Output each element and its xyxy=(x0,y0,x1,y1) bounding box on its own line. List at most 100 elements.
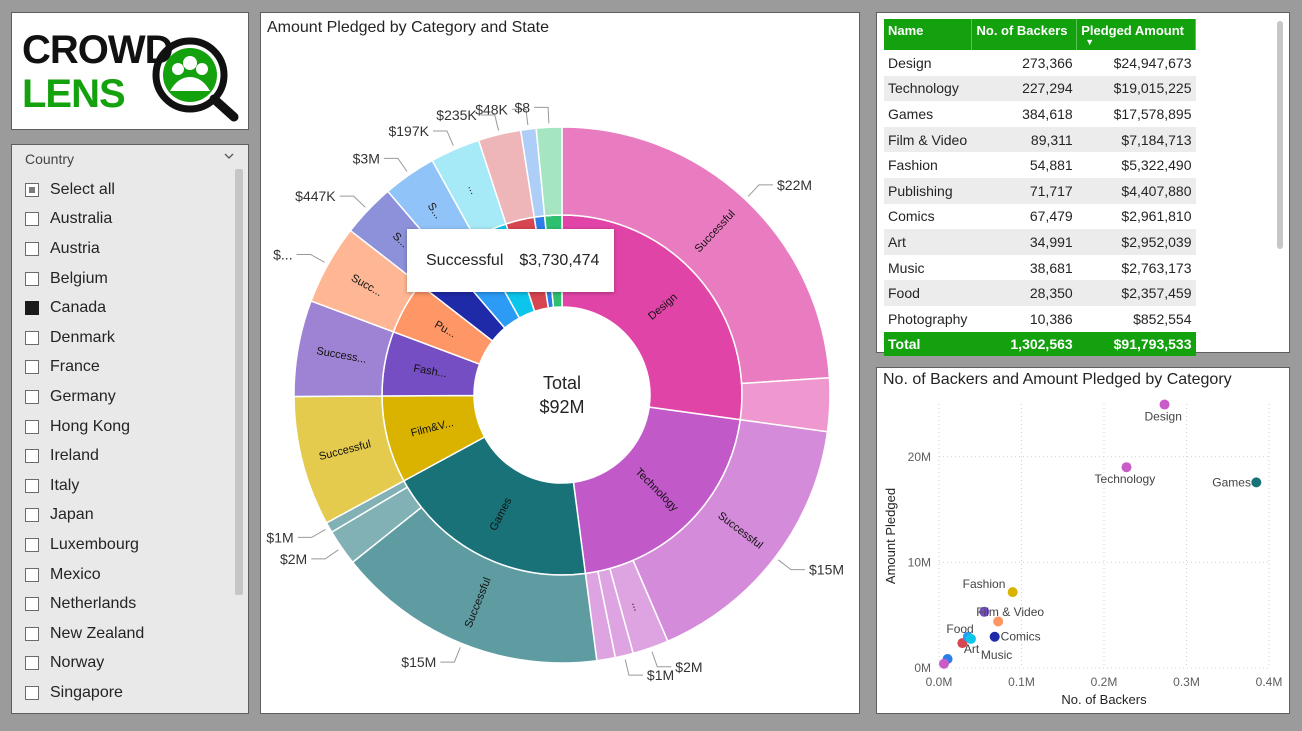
checkbox[interactable] xyxy=(25,301,39,316)
slicer-item[interactable]: Select all xyxy=(25,175,235,205)
cell-backers: 38,681 xyxy=(1029,259,1073,276)
cell-pledged: $2,357,459 xyxy=(1076,280,1196,306)
slicer-item[interactable]: New Zealand xyxy=(25,619,235,649)
table-row[interactable]: Design 273,366 $24,947,673 xyxy=(884,50,1196,76)
leader-line xyxy=(432,130,454,146)
checkbox[interactable] xyxy=(25,389,39,404)
table-row[interactable]: Games 384,618 $17,578,895 xyxy=(884,101,1196,127)
slicer-item-label: Luxembourg xyxy=(50,535,139,553)
slicer-item[interactable]: Australia xyxy=(25,205,235,235)
scatter-point[interactable] xyxy=(938,658,949,669)
slicer-item[interactable]: Denmark xyxy=(25,323,235,353)
leader-line xyxy=(383,157,408,172)
leader-line xyxy=(534,106,550,124)
slicer-item-label: France xyxy=(50,358,100,376)
checkbox[interactable] xyxy=(25,656,39,671)
slicer-scrollbar[interactable] xyxy=(235,169,243,595)
table-row[interactable]: Music 38,681 $2,763,173 xyxy=(884,255,1196,281)
scatter-point[interactable] xyxy=(993,616,1004,627)
slicer-item[interactable]: Netherlands xyxy=(25,589,235,619)
checkbox[interactable] xyxy=(25,685,39,700)
value-label: $447K xyxy=(295,188,336,204)
checkbox[interactable] xyxy=(25,182,39,197)
checkbox[interactable] xyxy=(25,330,39,345)
checkbox[interactable] xyxy=(25,478,39,493)
checkbox[interactable] xyxy=(25,508,39,523)
table-row[interactable]: Film & Video 89,311 $7,184,713 xyxy=(884,126,1196,153)
cell-name: Comics xyxy=(888,208,935,225)
cell-name: Games xyxy=(888,105,934,122)
checkbox[interactable] xyxy=(25,212,39,227)
slicer-item[interactable]: Norway xyxy=(25,649,235,679)
table-row[interactable]: Fashion 54,881 $5,322,490 xyxy=(884,152,1196,178)
table-row[interactable]: Food 28,350 $2,357,459 xyxy=(884,280,1196,306)
table-row[interactable]: Publishing 71,717 $4,407,880 xyxy=(884,177,1196,204)
checkbox[interactable] xyxy=(25,626,39,641)
x-tick-label: 0.0M xyxy=(926,675,953,689)
scatter-chart[interactable]: 0.0M 0.1M 0.2M 0.3M 0.4M0M10M20MNo. of Backe… xyxy=(877,368,1289,713)
leader-line xyxy=(777,559,806,571)
slicer-item-label: New Zealand xyxy=(50,624,145,642)
slicer-item-label: Italy xyxy=(50,476,80,494)
country-slicer: Country Select all Australia Austria Belgiu… xyxy=(11,144,249,714)
scatter-point[interactable] xyxy=(965,633,976,644)
slicer-item[interactable]: Austria xyxy=(25,234,235,264)
checkbox[interactable] xyxy=(25,449,39,464)
checkbox[interactable] xyxy=(25,271,39,286)
center-hole xyxy=(474,307,650,483)
scatter-point[interactable] xyxy=(1159,399,1170,410)
value-label: $8 xyxy=(515,99,531,115)
checkbox[interactable] xyxy=(25,419,39,434)
magnifier-people-icon xyxy=(152,37,239,122)
leader-line xyxy=(311,549,339,560)
slicer-item[interactable]: France xyxy=(25,353,235,383)
checkbox[interactable] xyxy=(25,241,39,256)
slicer-item[interactable]: Mexico xyxy=(25,560,235,590)
cell-name: Technology xyxy=(884,75,972,102)
table-row[interactable]: Comics 67,479 $2,961,810 xyxy=(884,204,1196,230)
scatter-point[interactable] xyxy=(989,631,1000,642)
chart-tooltip: Successful $3,730,474 xyxy=(407,229,614,292)
total-pledged: $91,793,533 xyxy=(1076,331,1196,356)
col-header-pledged[interactable]: Pledged Amount ▼ xyxy=(1076,19,1196,50)
cell-backers: 384,618 xyxy=(1022,105,1073,122)
slicer-item[interactable]: Luxembourg xyxy=(25,530,235,560)
cell-backers: 273,366 xyxy=(1022,54,1073,71)
chevron-down-icon[interactable] xyxy=(224,151,234,161)
scatter-point[interactable] xyxy=(1007,587,1018,598)
tooltip-label: Successful xyxy=(426,251,504,269)
table-row[interactable]: Art 34,991 $2,952,039 xyxy=(884,229,1196,255)
col-header-name[interactable]: Name xyxy=(884,19,973,50)
cell-name: Food xyxy=(884,280,972,306)
point-label: Fashion xyxy=(963,577,1006,591)
x-tick-label: 0.4M xyxy=(1256,675,1283,689)
slicer-item[interactable]: Ireland xyxy=(25,441,235,471)
cell-backers: 71,717 xyxy=(971,177,1077,204)
slicer-item[interactable]: Singapore xyxy=(25,678,235,708)
scatter-point[interactable] xyxy=(1251,477,1262,488)
slicer-item[interactable]: Germany xyxy=(25,382,235,412)
slicer-item[interactable]: Canada xyxy=(25,293,235,323)
value-label: $235K xyxy=(436,107,477,123)
col-header-backers[interactable]: No. of Backers xyxy=(971,19,1078,50)
checkbox[interactable] xyxy=(25,567,39,582)
checkbox[interactable] xyxy=(25,360,39,375)
checkbox[interactable] xyxy=(25,597,39,612)
sunburst-chart[interactable]: DesignTechnologyGamesFilm&V...Fash...Pu.… xyxy=(261,13,859,713)
slicer-item[interactable]: Japan xyxy=(25,501,235,531)
slicer-item[interactable]: Italy xyxy=(25,471,235,501)
leader-line xyxy=(296,253,325,263)
leader-line xyxy=(624,659,643,676)
slicer-item[interactable]: Hong Kong xyxy=(25,412,235,442)
table-scrollbar[interactable] xyxy=(1277,21,1283,249)
cell-name: Publishing xyxy=(884,177,972,204)
table-row[interactable]: Technology 227,294 $19,015,225 xyxy=(884,75,1196,102)
cell-pledged: $7,184,713 xyxy=(1076,126,1196,153)
scatter-point[interactable] xyxy=(1121,462,1132,473)
table-row[interactable]: Photography 10,386 $852,554 xyxy=(884,306,1196,332)
sort-descending-icon: ▼ xyxy=(1085,37,1095,47)
checkbox[interactable] xyxy=(25,537,39,552)
value-label: $15M xyxy=(401,654,436,670)
slicer-item[interactable]: Belgium xyxy=(25,264,235,294)
table-total-row: Total 1,302,563 $91,793,533 xyxy=(884,331,1196,356)
